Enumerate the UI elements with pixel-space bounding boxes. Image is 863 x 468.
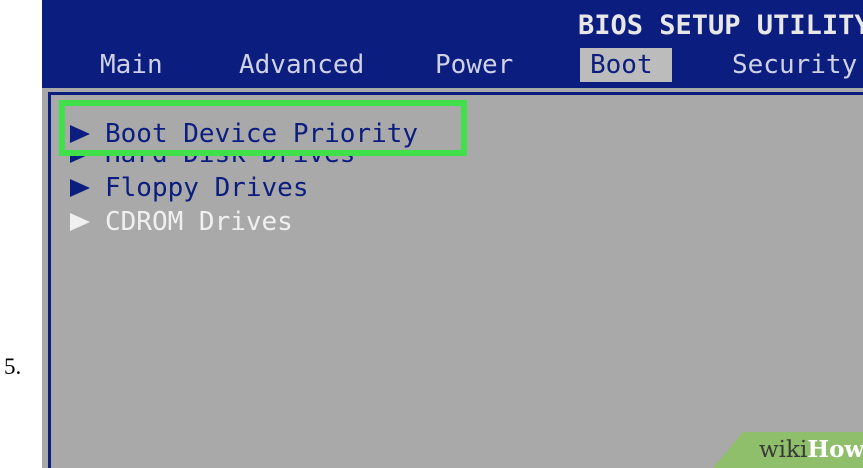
tab-power[interactable]: Power: [435, 48, 513, 82]
tab-advanced[interactable]: Advanced: [239, 48, 364, 82]
menu-item-label: CDROM Drives: [105, 207, 293, 237]
bios-menu-bar: BIOS SETUP UTILITY Main Advanced Power B…: [42, 0, 863, 88]
tab-boot[interactable]: Boot: [580, 48, 672, 82]
tab-main[interactable]: Main: [100, 48, 163, 82]
highlight-box: [59, 100, 467, 156]
watermark-how: How: [807, 436, 863, 463]
bios-screen: BIOS SETUP UTILITY Main Advanced Power B…: [42, 0, 863, 468]
menu-item-label: Floppy Drives: [105, 173, 309, 203]
watermark-wiki: wiki: [759, 437, 808, 463]
bios-title: BIOS SETUP UTILITY: [578, 10, 863, 41]
menu-item-floppy-drives[interactable]: Floppy Drives: [69, 171, 418, 205]
step-number: 5.: [4, 354, 22, 379]
menu-item-cdrom-drives[interactable]: CDROM Drives: [69, 205, 418, 239]
triangle-right-icon: [69, 211, 91, 233]
triangle-right-icon: [69, 177, 91, 199]
tab-security[interactable]: Security: [732, 48, 857, 82]
wikihow-watermark: wikiHow: [713, 432, 863, 468]
